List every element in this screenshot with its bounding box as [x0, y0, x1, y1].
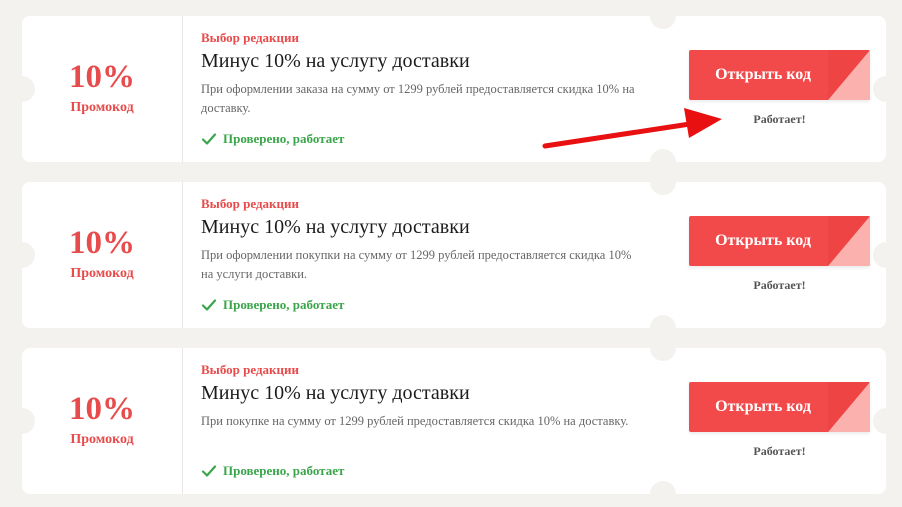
works-status: Работает! [753, 278, 806, 292]
open-code-button-label: Открыть код [715, 232, 811, 249]
coupon-card: 10% Промокод Выбор редакции Минус 10% на… [9, 335, 899, 507]
editors-choice-badge: Выбор редакции [201, 30, 299, 45]
coupon-type: Промокод [70, 266, 134, 281]
works-status: Работает! [753, 444, 806, 458]
works-status: Работает! [753, 112, 806, 126]
discount-value: 10% [69, 225, 135, 261]
open-code-button[interactable]: Открыть код [689, 382, 870, 432]
verified-status: Проверено, работает [201, 131, 344, 147]
ticket-notch [873, 408, 899, 434]
coupon-card: 10% Промокод Выбор редакции Минус 10% на… [9, 169, 899, 341]
discount-block: 10% Промокод [22, 348, 183, 494]
open-code-button[interactable]: Открыть код [689, 216, 870, 266]
verified-status: Проверено, работает [201, 463, 344, 479]
open-code-button-label: Открыть код [715, 66, 811, 83]
editors-choice-badge: Выбор редакции [201, 196, 299, 211]
discount-block: 10% Промокод [22, 182, 183, 328]
coupon-type: Промокод [70, 100, 134, 115]
corner-fold-icon [828, 50, 870, 100]
discount-value: 10% [69, 59, 135, 95]
verified-status: Проверено, работает [201, 297, 344, 313]
verified-label: Проверено, работает [223, 297, 345, 312]
corner-fold-icon [828, 382, 870, 432]
discount-block: 10% Промокод [22, 16, 183, 162]
check-icon [201, 299, 217, 311]
coupon-description: При оформлении покупки на сумму от 1299 … [201, 248, 632, 281]
corner-fold-icon [828, 216, 870, 266]
check-icon [201, 133, 217, 145]
verified-label: Проверено, работает [223, 463, 345, 478]
coupon-card: 10% Промокод Выбор редакции Минус 10% на… [9, 3, 899, 175]
open-code-button[interactable]: Открыть код [689, 50, 870, 100]
editors-choice-badge: Выбор редакции [201, 362, 299, 377]
discount-value: 10% [69, 391, 135, 427]
coupon-title[interactable]: Минус 10% на услугу доставки [201, 50, 470, 73]
verified-label: Проверено, работает [223, 131, 345, 146]
open-code-button-label: Открыть код [715, 398, 811, 415]
coupon-title[interactable]: Минус 10% на услугу доставки [201, 382, 470, 405]
coupon-description: При оформлении заказа на сумму от 1299 р… [201, 82, 635, 115]
ticket-notch [873, 242, 899, 268]
coupon-description: При покупке на сумму от 1299 рублей пред… [201, 414, 629, 428]
coupon-type: Промокод [70, 432, 134, 447]
check-icon [201, 465, 217, 477]
ticket-notch [873, 76, 899, 102]
coupon-title[interactable]: Минус 10% на услугу доставки [201, 216, 470, 239]
